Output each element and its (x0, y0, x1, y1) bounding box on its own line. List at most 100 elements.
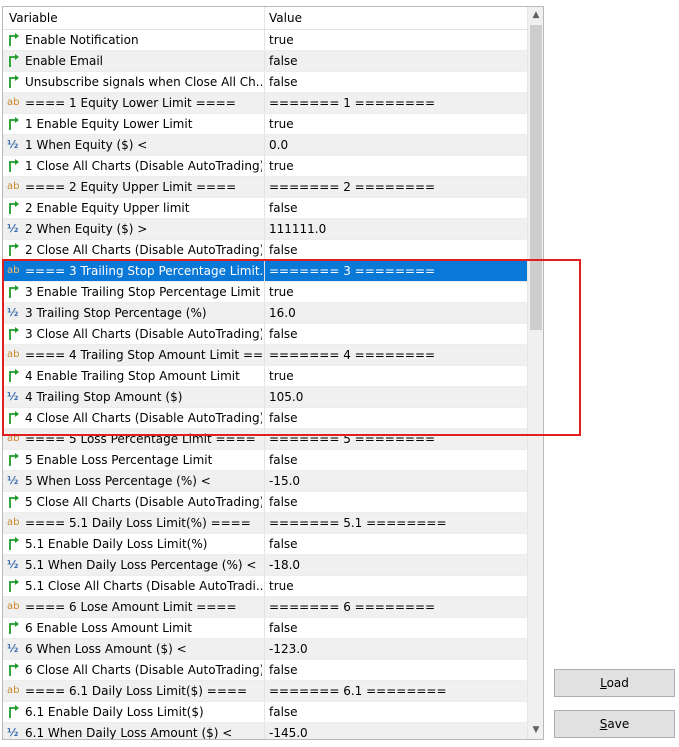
table-row[interactable]: 1 Close All Charts (Disable AutoTrading)… (3, 156, 527, 177)
value-cell[interactable]: ======= 6.1 ======== (265, 681, 527, 701)
variable-cell[interactable]: 5 Close All Charts (Disable AutoTrading) (3, 492, 265, 512)
variable-cell[interactable]: 5 Enable Loss Percentage Limit (3, 450, 265, 470)
variable-cell[interactable]: ½ 1 When Equity ($) < (3, 135, 265, 155)
variable-cell[interactable]: ½ 5.1 When Daily Loss Percentage (%) < (3, 555, 265, 575)
variable-cell[interactable]: ab ==== 1 Equity Lower Limit ==== (3, 93, 265, 113)
value-cell[interactable]: false (265, 198, 527, 218)
variable-cell[interactable]: 1 Close All Charts (Disable AutoTrading) (3, 156, 265, 176)
value-cell[interactable]: false (265, 618, 527, 638)
variable-cell[interactable]: ab ==== 5 Loss Percentage Limit ==== (3, 429, 265, 449)
table-row[interactable]: 4 Close All Charts (Disable AutoTrading)… (3, 408, 527, 429)
variable-cell[interactable]: 5.1 Enable Daily Loss Limit(%) (3, 534, 265, 554)
variable-cell[interactable]: ab ==== 3 Trailing Stop Percentage Limit.… (3, 261, 265, 281)
value-cell[interactable]: false (265, 492, 527, 512)
table-row[interactable]: 3 Enable Trailing Stop Percentage Limit t… (3, 282, 527, 303)
value-cell[interactable]: 105.0 (265, 387, 527, 407)
variable-cell[interactable]: Enable Notification (3, 30, 265, 50)
table-row[interactable]: ab ==== 5.1 Daily Loss Limit(%) ==== =====… (3, 513, 527, 534)
table-row[interactable]: ½ 6.1 When Daily Loss Amount ($) < -145.0 (3, 723, 527, 739)
value-cell[interactable]: false (265, 51, 527, 71)
value-cell[interactable]: -15.0 (265, 471, 527, 491)
variable-cell[interactable]: ab ==== 5.1 Daily Loss Limit(%) ==== (3, 513, 265, 533)
table-row[interactable]: 3 Close All Charts (Disable AutoTrading)… (3, 324, 527, 345)
table-row[interactable]: ½ 5 When Loss Percentage (%) < -15.0 (3, 471, 527, 492)
scroll-up-icon[interactable]: ▲ (528, 7, 543, 24)
table-row[interactable]: 1 Enable Equity Lower Limit true (3, 114, 527, 135)
table-row[interactable]: ab ==== 6.1 Daily Loss Limit($) ==== =====… (3, 681, 527, 702)
value-cell[interactable]: true (265, 576, 527, 596)
value-cell[interactable]: false (265, 72, 527, 92)
variable-cell[interactable]: ½ 4 Trailing Stop Amount ($) (3, 387, 265, 407)
variable-cell[interactable]: 6 Close All Charts (Disable AutoTrading) (3, 660, 265, 680)
variable-cell[interactable]: ½ 6.1 When Daily Loss Amount ($) < (3, 723, 265, 739)
variable-cell[interactable]: 2 Enable Equity Upper limit (3, 198, 265, 218)
value-cell[interactable]: true (265, 30, 527, 50)
variable-cell[interactable]: 6 Enable Loss Amount Limit (3, 618, 265, 638)
value-cell[interactable]: false (265, 324, 527, 344)
table-row[interactable]: ½ 6 When Loss Amount ($) < -123.0 (3, 639, 527, 660)
value-cell[interactable]: false (265, 702, 527, 722)
value-cell[interactable]: ======= 4 ======== (265, 345, 527, 365)
value-cell[interactable]: false (265, 450, 527, 470)
value-cell[interactable]: -123.0 (265, 639, 527, 659)
value-cell[interactable]: true (265, 156, 527, 176)
value-cell[interactable]: 0.0 (265, 135, 527, 155)
variable-cell[interactable]: 6.1 Enable Daily Loss Limit($) (3, 702, 265, 722)
variable-cell[interactable]: 1 Enable Equity Lower Limit (3, 114, 265, 134)
scroll-thumb[interactable] (530, 25, 542, 330)
table-row[interactable]: ½ 2 When Equity ($) > 111111.0 (3, 219, 527, 240)
table-row[interactable]: Unsubscribe signals when Close All Ch...… (3, 72, 527, 93)
table-row[interactable]: 5 Enable Loss Percentage Limit false (3, 450, 527, 471)
table-row[interactable]: ½ 5.1 When Daily Loss Percentage (%) < -18… (3, 555, 527, 576)
value-cell[interactable]: ======= 5.1 ======== (265, 513, 527, 533)
variable-cell[interactable]: ab ==== 6 Lose Amount Limit ==== (3, 597, 265, 617)
value-cell[interactable]: ======= 6 ======== (265, 597, 527, 617)
scroll-down-icon[interactable]: ▼ (528, 722, 543, 739)
value-cell[interactable]: -145.0 (265, 723, 527, 739)
value-cell[interactable]: false (265, 534, 527, 554)
variable-cell[interactable]: ½ 2 When Equity ($) > (3, 219, 265, 239)
value-cell[interactable]: 111111.0 (265, 219, 527, 239)
table-row[interactable]: ab ==== 4 Trailing Stop Amount Limit ==..… (3, 345, 527, 366)
table-row[interactable]: 6.1 Enable Daily Loss Limit($) false (3, 702, 527, 723)
variable-cell[interactable]: 4 Close All Charts (Disable AutoTrading) (3, 408, 265, 428)
value-cell[interactable]: ======= 2 ======== (265, 177, 527, 197)
variable-cell[interactable]: ½ 6 When Loss Amount ($) < (3, 639, 265, 659)
variable-cell[interactable]: 5.1 Close All Charts (Disable AutoTradi.… (3, 576, 265, 596)
vertical-scrollbar[interactable]: ▲ ▼ (527, 7, 543, 739)
table-row[interactable]: ½ 1 When Equity ($) < 0.0 (3, 135, 527, 156)
variable-cell[interactable]: ab ==== 2 Equity Upper Limit ==== (3, 177, 265, 197)
variable-cell[interactable]: 3 Close All Charts (Disable AutoTrading) (3, 324, 265, 344)
variable-cell[interactable]: Enable Email (3, 51, 265, 71)
table-row[interactable]: 6 Close All Charts (Disable AutoTrading)… (3, 660, 527, 681)
variable-cell[interactable]: 4 Enable Trailing Stop Amount Limit (3, 366, 265, 386)
table-row[interactable]: ab ==== 3 Trailing Stop Percentage Limit.… (3, 261, 527, 282)
value-cell[interactable]: false (265, 408, 527, 428)
variable-cell[interactable]: ½ 3 Trailing Stop Percentage (%) (3, 303, 265, 323)
table-row[interactable]: 2 Close All Charts (Disable AutoTrading)… (3, 240, 527, 261)
table-row[interactable]: 5.1 Close All Charts (Disable AutoTradi.… (3, 576, 527, 597)
value-cell[interactable]: true (265, 282, 527, 302)
value-cell[interactable]: false (265, 240, 527, 260)
variable-cell[interactable]: ab ==== 4 Trailing Stop Amount Limit ==..… (3, 345, 265, 365)
column-header-value[interactable]: Value (265, 7, 527, 29)
variable-cell[interactable]: 3 Enable Trailing Stop Percentage Limit (3, 282, 265, 302)
load-button[interactable]: Load (554, 669, 675, 697)
value-cell[interactable]: false (265, 660, 527, 680)
value-cell[interactable]: 16.0 (265, 303, 527, 323)
value-cell[interactable]: true (265, 366, 527, 386)
table-row[interactable]: ab ==== 6 Lose Amount Limit ==== ======= 6… (3, 597, 527, 618)
table-row[interactable]: ½ 3 Trailing Stop Percentage (%) 16.0 (3, 303, 527, 324)
value-cell[interactable]: -18.0 (265, 555, 527, 575)
value-cell[interactable]: true (265, 114, 527, 134)
column-header-variable[interactable]: Variable (3, 7, 265, 29)
table-row[interactable]: 5 Close All Charts (Disable AutoTrading)… (3, 492, 527, 513)
value-cell[interactable]: ======= 5 ======== (265, 429, 527, 449)
value-cell[interactable]: ======= 1 ======== (265, 93, 527, 113)
table-row[interactable]: ab ==== 2 Equity Upper Limit ==== ======= … (3, 177, 527, 198)
table-row[interactable]: 2 Enable Equity Upper limit false (3, 198, 527, 219)
variable-cell[interactable]: Unsubscribe signals when Close All Ch... (3, 72, 265, 92)
table-row[interactable]: Enable Email false (3, 51, 527, 72)
save-button[interactable]: Save (554, 710, 675, 738)
value-cell[interactable]: ======= 3 ======== (265, 261, 527, 281)
